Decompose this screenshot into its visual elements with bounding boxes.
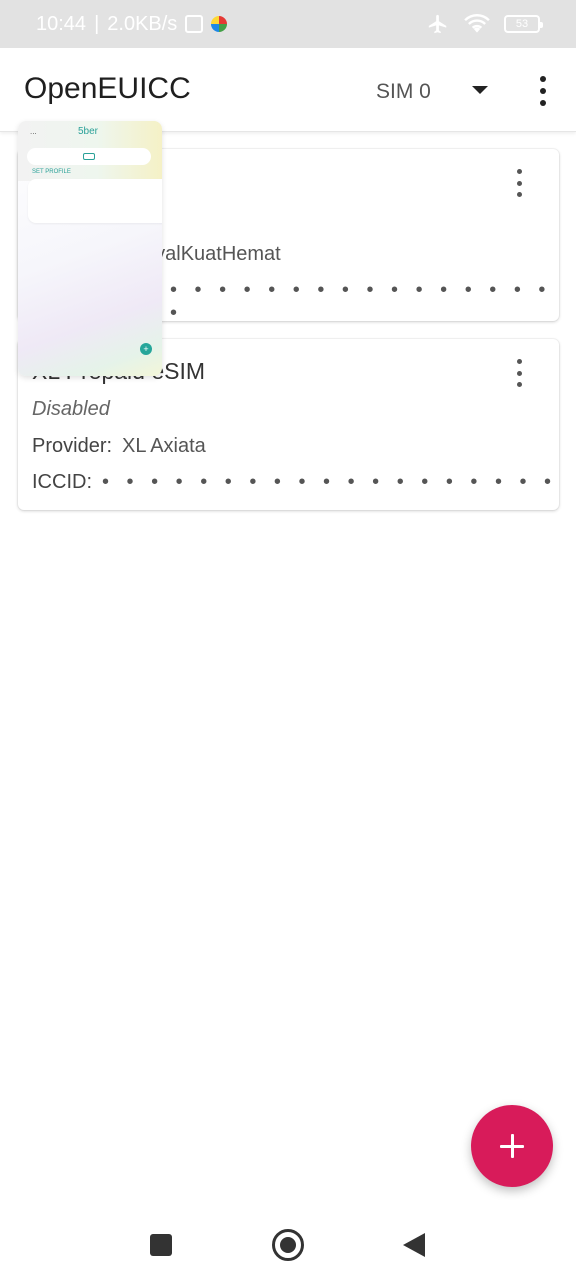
menu-dot	[516, 359, 522, 364]
nfc-icon	[185, 15, 204, 33]
overflow-dot	[540, 76, 546, 82]
app-title: OpenEUICC	[24, 72, 191, 105]
airplane-mode-icon	[428, 14, 447, 34]
profile-iccid-row: ICCID: • • • • • • • • • • • • • • • • •…	[32, 471, 557, 494]
provider-value: XL Axiata	[122, 435, 206, 457]
status-separator: |	[94, 12, 100, 35]
status-right: 53	[426, 13, 543, 35]
profile-iccid-row: • • • • • • • • • • • • • • • • •	[170, 279, 559, 325]
thumbnail-more: ...	[30, 127, 37, 136]
sim-selector-label: SIM 0	[376, 80, 431, 103]
profile-provider-value: nyalKuatHemat	[144, 243, 281, 265]
overflow-dot	[540, 100, 546, 106]
network-speed: 2.0KB/s	[107, 12, 178, 35]
back-triangle-icon[interactable]	[403, 1233, 425, 1257]
home-circle-icon[interactable]	[272, 1229, 304, 1261]
thumbnail-label: SET PROFILE	[32, 169, 71, 175]
provider-label: Provider:	[32, 435, 113, 457]
sim-selector[interactable]: SIM 0	[364, 72, 504, 112]
thumbnail-title: 5ber	[78, 126, 99, 137]
menu-dot	[516, 169, 522, 174]
iccid-label: ICCID:	[32, 471, 92, 493]
profile-provider-row: Provider: XL Axiata	[32, 435, 206, 458]
dropdown-icon	[472, 86, 488, 94]
thumbnail-add-icon: +	[140, 343, 152, 355]
recent-app-thumbnail[interactable]: ... 5ber SET PROFILE +	[18, 121, 162, 376]
navigation-bar	[0, 1200, 576, 1280]
sim-card-icon	[83, 153, 95, 160]
wifi-icon	[464, 14, 490, 33]
profile-menu-icon[interactable]	[509, 359, 529, 387]
plus-icon	[500, 1134, 524, 1158]
menu-dot	[516, 180, 522, 186]
profile-menu-icon[interactable]	[509, 169, 529, 197]
iccid-mask: • • • • • • • • • • • • • • • • • • •	[102, 471, 558, 493]
battery-icon: 53	[504, 15, 543, 33]
recents-square-icon[interactable]	[150, 1234, 172, 1256]
menu-dot	[516, 370, 522, 376]
overflow-dot	[540, 88, 546, 94]
status-left: 10:44 | 2.0KB/s	[36, 12, 228, 36]
overflow-menu-icon[interactable]	[528, 76, 558, 106]
thumbnail-search-pill	[27, 148, 151, 165]
status-time: 10:44	[36, 12, 87, 35]
status-bar: 10:44 | 2.0KB/s 53	[0, 0, 576, 48]
profile-iccid-mask: • • • • • • • • • • • • • • • • •	[170, 279, 552, 324]
battery-level: 53	[515, 18, 529, 30]
menu-dot	[516, 192, 522, 197]
app-notification-icon	[211, 16, 228, 32]
profile-provider-row: nyalKuatHemat	[144, 243, 281, 266]
thumbnail-content-box	[28, 179, 162, 223]
app-bar: OpenEUICC SIM 0	[0, 48, 576, 132]
profile-status: Disabled	[32, 398, 110, 420]
add-profile-button[interactable]	[471, 1105, 553, 1187]
menu-dot	[516, 382, 522, 387]
